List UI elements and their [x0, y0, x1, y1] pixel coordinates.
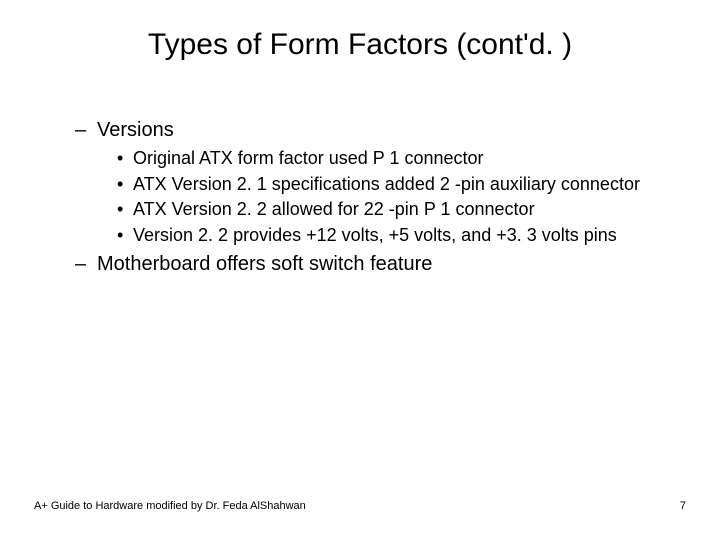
list-item: – Motherboard offers soft switch feature: [75, 252, 670, 277]
dot-bullet: •: [117, 147, 133, 170]
dot-bullet: •: [117, 173, 133, 196]
dot-bullet: •: [117, 198, 133, 221]
sub-list-item: • Original ATX form factor used P 1 conn…: [117, 147, 670, 170]
slide: Types of Form Factors (cont'd. ) – Versi…: [0, 0, 720, 540]
sub-list-item: • ATX Version 2. 2 allowed for 22 -pin P…: [117, 198, 670, 221]
slide-body: – Versions • Original ATX form factor us…: [75, 118, 670, 281]
page-number: 7: [680, 500, 686, 512]
sub-list-item: • ATX Version 2. 1 specifications added …: [117, 173, 670, 196]
sub-list-item-text: ATX Version 2. 2 allowed for 22 -pin P 1…: [133, 198, 670, 221]
dot-bullet: •: [117, 224, 133, 247]
sub-list: • Original ATX form factor used P 1 conn…: [117, 147, 670, 246]
dash-bullet: –: [75, 118, 97, 143]
sub-list-item-text: Original ATX form factor used P 1 connec…: [133, 147, 670, 170]
dash-bullet: –: [75, 252, 97, 277]
footer-text: A+ Guide to Hardware modified by Dr. Fed…: [34, 500, 306, 512]
list-item-text: Motherboard offers soft switch feature: [97, 252, 670, 277]
sub-list-item-text: Version 2. 2 provides +12 volts, +5 volt…: [133, 224, 670, 247]
list-item-text: Versions: [97, 118, 670, 143]
list-item: – Versions: [75, 118, 670, 143]
sub-list-item: • Version 2. 2 provides +12 volts, +5 vo…: [117, 224, 670, 247]
sub-list-item-text: ATX Version 2. 1 specifications added 2 …: [133, 173, 670, 196]
slide-title: Types of Form Factors (cont'd. ): [0, 28, 720, 62]
